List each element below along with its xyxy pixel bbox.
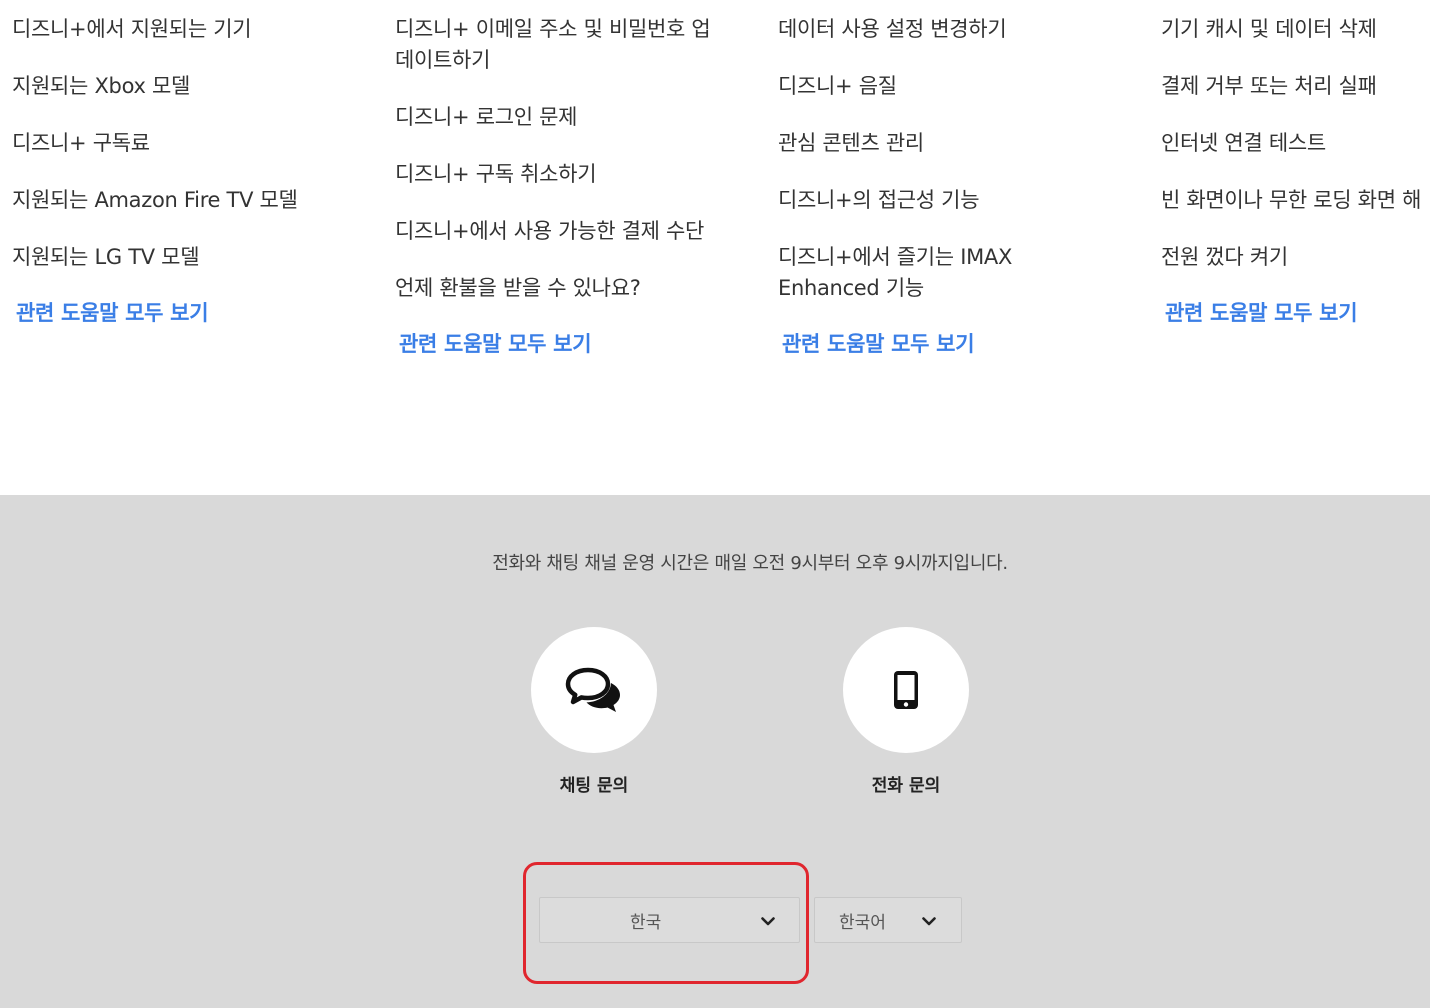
article-link[interactable]: 디즈니+ 음질 — [778, 71, 1098, 102]
article-link[interactable]: 디즈니+ 구독료 — [12, 128, 342, 159]
article-link[interactable]: 인터넷 연결 테스트 — [1161, 128, 1430, 159]
article-link[interactable]: 디즈니+ 이메일 주소 및 비밀번호 업데이트하기 — [395, 14, 715, 76]
chat-bubbles-icon — [565, 667, 620, 712]
mobile-phone-icon — [894, 671, 918, 709]
language-select-value: 한국어 — [839, 912, 886, 933]
article-link[interactable]: 디즈니+ 로그인 문제 — [395, 102, 715, 133]
article-link[interactable]: 디즈니+에서 즐기는 IMAX Enhanced 기능 — [778, 242, 1098, 304]
article-link[interactable]: 디즈니+ 구독 취소하기 — [395, 159, 715, 190]
article-column-4: 기기 캐시 및 데이터 삭제 결제 거부 또는 처리 실패 인터넷 연결 테스트… — [1161, 14, 1430, 329]
phone-contact-label: 전화 문의 — [871, 776, 941, 796]
article-link[interactable]: 디즈니+에서 지원되는 기기 — [12, 14, 342, 45]
language-select[interactable]: 한국어 — [814, 897, 962, 943]
contact-footer: 전화와 채팅 채널 운영 시간은 매일 오전 9시부터 오후 9시까지입니다. … — [0, 495, 1430, 1008]
article-link[interactable]: 관심 콘텐츠 관리 — [778, 128, 1098, 159]
country-select[interactable]: 한국 — [539, 897, 800, 943]
chat-contact-button[interactable]: 채팅 문의 — [531, 627, 657, 796]
chat-contact-label: 채팅 문의 — [559, 776, 629, 796]
article-link[interactable]: 지원되는 Xbox 모델 — [12, 71, 342, 102]
article-column-2: 디즈니+ 이메일 주소 및 비밀번호 업데이트하기 디즈니+ 로그인 문제 디즈… — [395, 14, 715, 360]
see-all-link[interactable]: 관련 도움말 모두 보기 — [782, 329, 1098, 360]
country-select-value: 한국 — [630, 912, 662, 933]
article-column-1: 디즈니+에서 지원되는 기기 지원되는 Xbox 모델 디즈니+ 구독료 지원되… — [12, 14, 342, 329]
article-link[interactable]: 데이터 사용 설정 변경하기 — [778, 14, 1098, 45]
chevron-down-icon — [922, 917, 936, 926]
phone-icon-circle[interactable] — [843, 627, 969, 753]
phone-contact-button[interactable]: 전화 문의 — [843, 627, 969, 796]
see-all-link[interactable]: 관련 도움말 모두 보기 — [16, 298, 342, 329]
help-articles-section: 디즈니+에서 지원되는 기기 지원되는 Xbox 모델 디즈니+ 구독료 지원되… — [0, 0, 1430, 495]
operating-hours-text: 전화와 채팅 채널 운영 시간은 매일 오전 9시부터 오후 9시까지입니다. — [492, 553, 1008, 574]
article-link[interactable]: 디즈니+에서 사용 가능한 결제 수단 — [395, 216, 715, 247]
see-all-link[interactable]: 관련 도움말 모두 보기 — [1165, 298, 1430, 329]
article-link[interactable]: 기기 캐시 및 데이터 삭제 — [1161, 14, 1430, 45]
article-link[interactable]: 언제 환불을 받을 수 있나요? — [395, 273, 715, 304]
article-link[interactable]: 전원 껐다 켜기 — [1161, 242, 1430, 273]
article-link[interactable]: 결제 거부 또는 처리 실패 — [1161, 71, 1430, 102]
article-link[interactable]: 지원되는 LG TV 모델 — [12, 242, 342, 273]
chevron-down-icon — [761, 917, 775, 926]
article-link[interactable]: 디즈니+의 접근성 기능 — [778, 185, 1098, 216]
see-all-link[interactable]: 관련 도움말 모두 보기 — [399, 329, 715, 360]
article-column-3: 데이터 사용 설정 변경하기 디즈니+ 음질 관심 콘텐츠 관리 디즈니+의 접… — [778, 14, 1098, 360]
article-link[interactable]: 지원되는 Amazon Fire TV 모델 — [12, 185, 342, 216]
chat-icon-circle[interactable] — [531, 627, 657, 753]
article-link[interactable]: 빈 화면이나 무한 로딩 화면 해 — [1161, 185, 1430, 216]
